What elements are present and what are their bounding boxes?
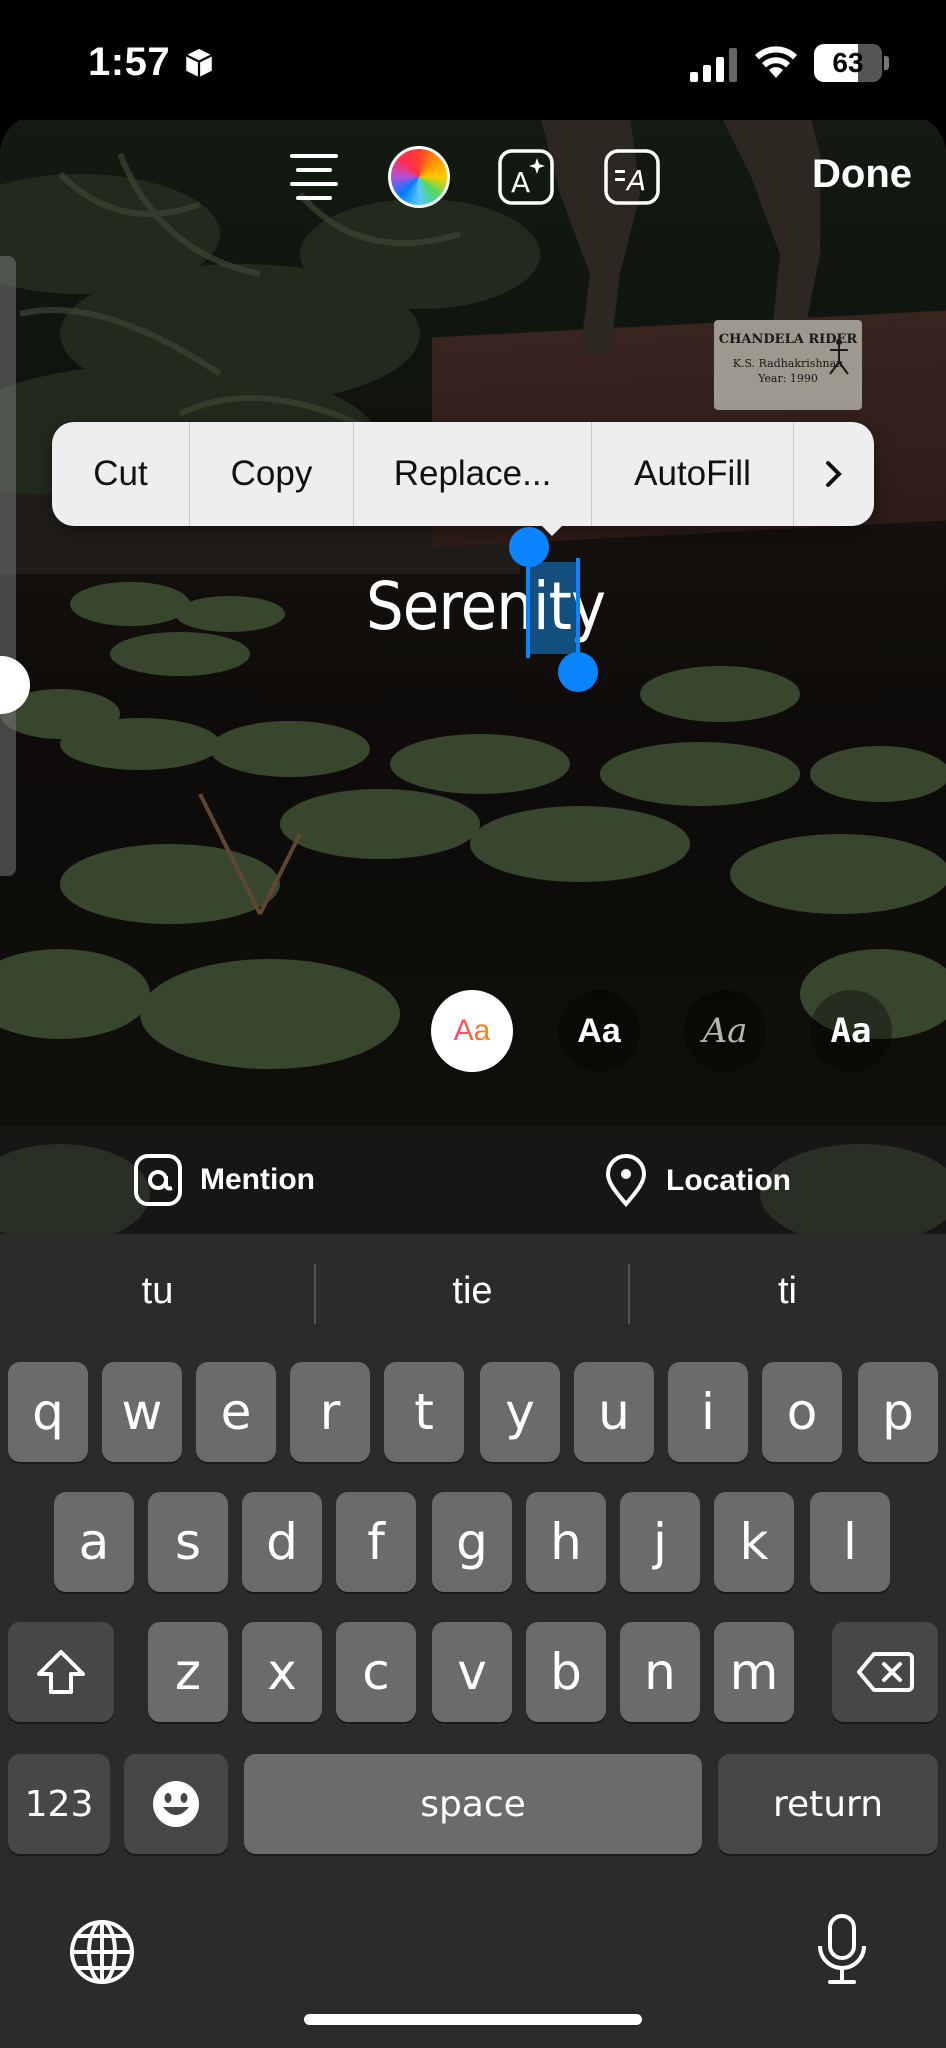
chevron-right-icon — [826, 461, 842, 487]
text-animation-button[interactable]: A — [602, 146, 662, 208]
backspace-icon — [857, 1652, 914, 1692]
more-menu-button[interactable] — [794, 422, 874, 526]
location-label: Location — [666, 1164, 791, 1197]
color-wheel-icon[interactable] — [388, 146, 450, 208]
microphone-icon — [818, 1914, 866, 1984]
font-style-modern[interactable]: Aa — [558, 990, 640, 1072]
key-q[interactable]: q — [8, 1362, 88, 1462]
copy-menu-item[interactable]: Copy — [190, 422, 354, 526]
key-s[interactable]: s — [148, 1492, 228, 1592]
emoji-icon — [153, 1781, 199, 1827]
key-j[interactable]: j — [620, 1492, 700, 1592]
key-e[interactable]: e — [196, 1362, 276, 1462]
home-indicator[interactable] — [304, 2014, 642, 2025]
key-n[interactable]: n — [620, 1622, 700, 1722]
battery-nub — [884, 56, 889, 70]
text-align-button[interactable] — [284, 146, 344, 208]
text-effects-icon: A — [498, 149, 554, 205]
key-u[interactable]: u — [574, 1362, 654, 1462]
at-icon — [134, 1154, 182, 1206]
key-r[interactable]: r — [290, 1362, 370, 1462]
text-animation-icon: A — [604, 149, 660, 205]
return-key[interactable]: return — [718, 1754, 938, 1854]
key-k[interactable]: k — [714, 1492, 794, 1592]
key-m[interactable]: m — [714, 1622, 794, 1722]
globe-icon — [70, 1920, 134, 1984]
prediction-2[interactable]: tie — [315, 1270, 630, 1313]
key-h[interactable]: h — [526, 1492, 606, 1592]
text-edit-menu: Cut Copy Replace... AutoFill — [52, 422, 874, 526]
sticker-row: Mention Location — [0, 1126, 946, 1234]
prediction-1[interactable]: tu — [0, 1270, 315, 1313]
key-g[interactable]: g — [432, 1492, 512, 1592]
font-style-typewriter[interactable]: Aa — [810, 990, 892, 1072]
key-a[interactable]: a — [54, 1492, 134, 1592]
key-b[interactable]: b — [526, 1622, 606, 1722]
key-i[interactable]: i — [668, 1362, 748, 1462]
backspace-key[interactable] — [832, 1622, 938, 1722]
key-o[interactable]: o — [762, 1362, 842, 1462]
text-size-slider[interactable] — [0, 256, 16, 876]
keyboard-switch-button[interactable] — [68, 1918, 136, 1991]
key-t[interactable]: t — [384, 1362, 464, 1462]
signal-icon — [690, 48, 737, 82]
autofill-menu-item[interactable]: AutoFill — [592, 422, 794, 526]
font-style-script-label: Aa — [702, 1011, 748, 1051]
align-icon — [290, 154, 338, 200]
key-l[interactable]: l — [810, 1492, 890, 1592]
emoji-key[interactable] — [124, 1754, 228, 1854]
font-style-modern-label: Aa — [577, 1011, 621, 1050]
selection-end-handle[interactable] — [558, 652, 598, 692]
battery-indicator: 63 — [814, 44, 882, 82]
key-f[interactable]: f — [336, 1492, 416, 1592]
dictation-button[interactable] — [814, 1912, 870, 1993]
location-pin-icon — [605, 1154, 647, 1208]
text-effects-button[interactable]: A — [496, 146, 556, 208]
status-bar: 1:57 63 — [0, 0, 946, 120]
mention-button[interactable]: Mention — [134, 1154, 315, 1206]
cut-menu-item[interactable]: Cut — [52, 422, 190, 526]
svg-text:A: A — [511, 166, 530, 199]
package-icon — [185, 48, 213, 78]
selection-start-handle[interactable] — [509, 527, 549, 567]
prediction-3[interactable]: ti — [630, 1270, 945, 1313]
key-c[interactable]: c — [336, 1622, 416, 1722]
svg-text:A: A — [625, 164, 646, 197]
key-p[interactable]: p — [858, 1362, 938, 1462]
numbers-key[interactable]: 123 — [8, 1754, 110, 1854]
space-key[interactable]: space — [244, 1754, 702, 1854]
key-x[interactable]: x — [242, 1622, 322, 1722]
font-style-classic[interactable]: Aa — [431, 990, 513, 1072]
wifi-icon — [755, 46, 797, 78]
replace-menu-item[interactable]: Replace... — [354, 422, 592, 526]
shift-icon — [37, 1650, 85, 1694]
location-button[interactable]: Location — [604, 1154, 791, 1208]
done-button[interactable]: Done — [812, 152, 912, 197]
font-style-typewriter-label: Aa — [830, 1011, 872, 1051]
key-y[interactable]: y — [480, 1362, 560, 1462]
shift-key[interactable] — [8, 1622, 114, 1722]
story-text[interactable]: Serenity — [366, 568, 606, 645]
key-z[interactable]: z — [148, 1622, 228, 1722]
predictive-text-bar: tu tie ti — [0, 1234, 946, 1358]
key-w[interactable]: w — [102, 1362, 182, 1462]
font-style-classic-label: Aa — [453, 1014, 491, 1047]
font-style-script[interactable]: Aa — [684, 990, 766, 1072]
status-time: 1:57 — [88, 40, 171, 84]
battery-level: 63 — [832, 47, 864, 78]
mention-label: Mention — [200, 1163, 315, 1196]
key-d[interactable]: d — [242, 1492, 322, 1592]
key-v[interactable]: v — [432, 1622, 512, 1722]
